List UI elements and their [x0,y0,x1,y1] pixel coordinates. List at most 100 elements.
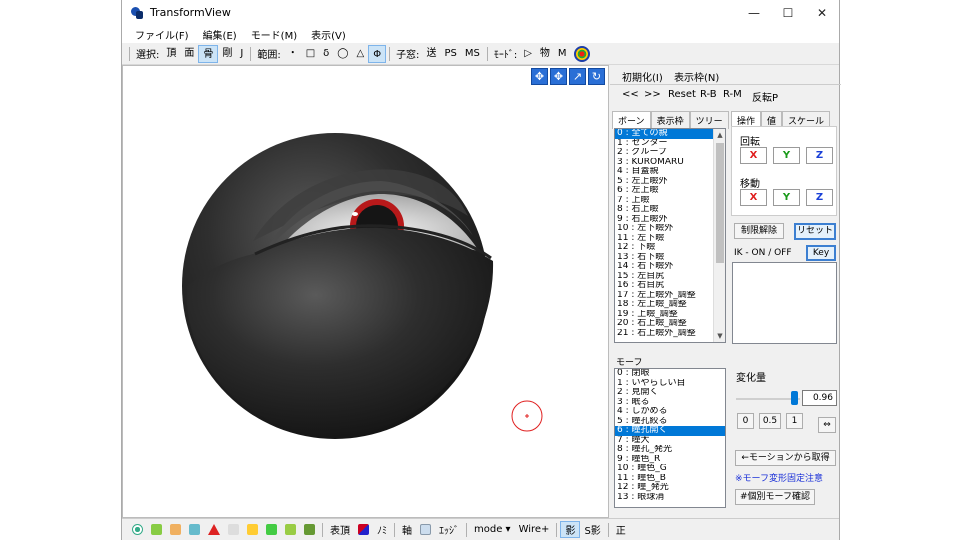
3d-viewport[interactable]: ✥ ✥ ↗ ↻ [122,65,609,518]
bone-list-item[interactable]: 1 : センター [615,139,725,149]
preset-half-button[interactable]: 0.5 [759,413,781,429]
range-circle-button[interactable]: ◯ [333,45,352,63]
wire-toggle[interactable]: Wire+ [515,524,554,535]
child-ps-button[interactable]: PS [440,45,460,63]
morph-list-item[interactable]: 8 : 瞳孔_発光 [615,445,725,455]
morph-view-icon[interactable] [266,524,277,535]
morph-list-item[interactable]: 3 : 眠る [615,398,725,408]
select-vertex-button[interactable]: 頂 [162,45,180,63]
edge-toggle[interactable]: ｴｯｼﾞ [435,522,463,537]
morph-list-item[interactable]: 6 : 瞳孔開く [615,426,725,436]
get-from-motion-button[interactable]: ←モーションから取得 [735,450,836,466]
menu-file[interactable]: ファイル(F) [128,27,196,42]
menu-view[interactable]: 表示(V) [304,27,353,42]
amount-slider-thumb[interactable] [790,391,798,405]
mode-dropdown[interactable]: mode ▾ [470,524,515,535]
range-rect-button[interactable]: □ [302,45,319,63]
target-icon[interactable] [573,45,590,62]
nomi-toggle[interactable]: ﾉﾐ [373,522,391,537]
reset-bone-button[interactable]: R-B [700,89,717,100]
rigid-view-icon[interactable] [228,524,239,535]
bone-list-item[interactable]: 3 : KUROMARU [615,158,725,168]
bone-list-item[interactable]: 16 : 右目尻 [615,281,725,291]
tab-bone[interactable]: ボーン [612,111,651,129]
scroll-down-icon[interactable]: ▼ [714,330,725,342]
select-bone-button[interactable]: 骨 [198,44,219,63]
limit-release-button[interactable]: 制限解除 [734,223,784,239]
shadow-toggle[interactable]: 影 [560,521,581,538]
minimize-button[interactable]: — [737,0,771,25]
bone-list-item[interactable]: 5 : 左上瞼外 [615,177,725,187]
bone-view-icon[interactable] [170,524,181,535]
bone-list-item[interactable]: 15 : 左目尻 [615,272,725,282]
flip-pose-button[interactable]: 反転P [752,89,778,104]
select-face-button[interactable]: 面 [180,45,198,63]
normal-icon[interactable] [420,524,431,535]
mode-play-button[interactable]: ▷ [520,45,536,63]
child-send-button[interactable]: 送 [422,45,440,63]
bone-list-item[interactable]: 12 : 下瞼 [615,243,725,253]
range-delta-button[interactable]: δ [319,45,333,63]
tab-display-frame[interactable]: 表示枠 [650,111,690,129]
flip-icon[interactable]: ⇔ [818,417,836,433]
bone-list-item[interactable]: 14 : 右下瞼外 [615,262,725,272]
bone-list-item[interactable]: 8 : 右上瞼 [615,205,725,215]
move-y-button[interactable]: Y [773,189,800,206]
menu-edit[interactable]: 編集(E) [196,27,244,42]
bone-list-item[interactable]: 7 : 上瞼 [615,196,725,206]
bone-list-item[interactable]: 13 : 右下瞼 [615,253,725,263]
bone-list-item[interactable]: 19 : 上瞼_調整 [615,310,725,320]
move-z-button[interactable]: Z [806,189,833,206]
scroll-thumb[interactable] [716,143,724,263]
menu-mode[interactable]: モード(M) [244,27,304,42]
reset-morph-button[interactable]: R-M [723,89,742,100]
bone-list-item[interactable]: 6 : 左上瞼 [615,186,725,196]
ik-list[interactable] [732,262,837,344]
bone-list-item[interactable]: 21 : 右上瞼外_調整 [615,329,725,339]
scroll-up-icon[interactable]: ▲ [714,129,725,141]
bone-list-item[interactable]: 11 : 左下瞼 [615,234,725,244]
next-button[interactable]: >> [644,89,661,100]
reset-view-button[interactable]: Reset [668,89,696,100]
morph-list-item[interactable]: 12 : 瞳_発光 [615,483,725,493]
vertex-view-icon[interactable] [132,524,143,535]
bone-list-item[interactable]: 4 : 目蓋親 [615,167,725,177]
mode-m-button[interactable]: M [554,45,571,63]
bone-list-item[interactable]: 9 : 右上瞼外 [615,215,725,225]
display-frame-button[interactable]: 表示枠(N) [674,69,719,84]
bone-list-item[interactable]: 2 : グループ [615,148,725,158]
joint-view-icon[interactable] [247,524,258,535]
triangle-icon[interactable] [208,524,220,535]
axis-toggle[interactable]: 軸 [398,522,416,537]
rotate-y-button[interactable]: Y [773,147,800,164]
rotate-x-button[interactable]: X [740,147,767,164]
bone-list-item[interactable]: 10 : 左下瞼外 [615,224,725,234]
self-shadow-toggle[interactable]: S影 [580,522,604,537]
morph-list-item[interactable]: 13 : 眼球消 [615,493,725,503]
texture-view-icon[interactable] [304,524,315,535]
amount-input[interactable]: 0.96 [802,390,837,406]
material-view-icon[interactable] [189,524,200,535]
key-button[interactable]: Key [806,245,836,261]
close-button[interactable]: ✕ [805,0,839,25]
select-joint-button[interactable]: J [236,45,247,63]
morph-list-item[interactable]: 11 : 瞳色_B [615,474,725,484]
preset-0-button[interactable]: 0 [737,413,754,429]
bone-list-item[interactable]: 17 : 左上瞼外_調整 [615,291,725,301]
morph-list-item[interactable]: 4 : しかめる [615,407,725,417]
preset-1-button[interactable]: 1 [786,413,803,429]
move-x-button[interactable]: X [740,189,767,206]
rotate-z-button[interactable]: Z [806,147,833,164]
range-phi-button[interactable]: Φ [368,44,387,63]
morph-list-item[interactable]: 5 : 瞳孔絞る [615,417,725,427]
morph-list[interactable]: 0 : 閉眼 1 : いやらしい目 2 : 見開く 3 : 眠る 4 : しかめる 5 :… [614,368,726,508]
individual-morph-confirm-button[interactable]: #個別モーフ確認 [735,489,815,505]
color-icon[interactable] [358,524,369,535]
morph-list-item[interactable]: 0 : 閉眼 [615,369,725,379]
mode-physics-button[interactable]: 物 [536,45,554,63]
init-button[interactable]: 初期化(I) [622,69,663,84]
reset-button[interactable]: リセット [794,223,836,240]
bone-list-item[interactable]: 0 : 全ての親 [615,129,725,139]
child-ms-button[interactable]: MS [461,45,484,63]
bone-list-scrollbar[interactable]: ▲ ▼ [713,129,725,342]
